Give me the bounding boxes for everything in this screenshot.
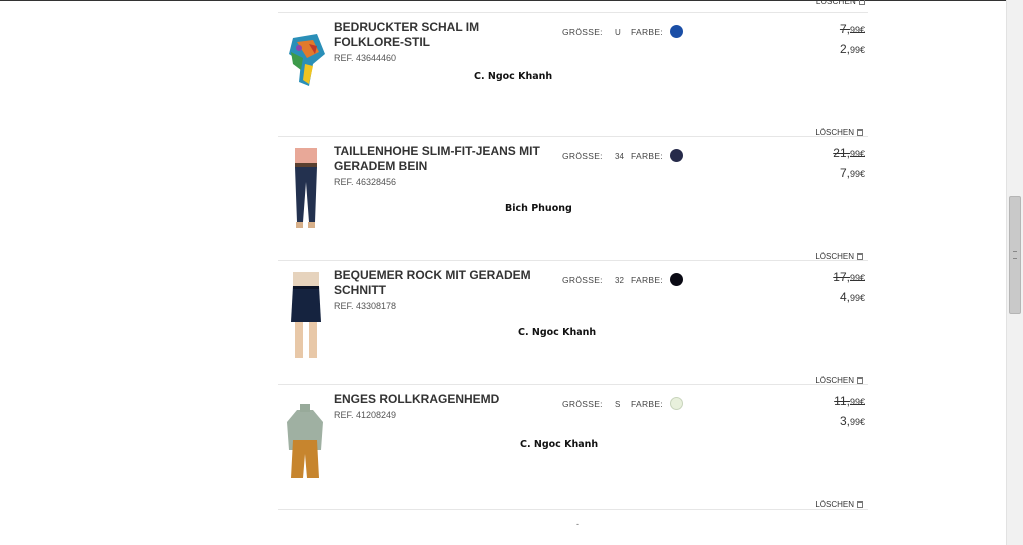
shopping-cart-list: LÖSCHEN BEDRUCKTER SCHAL IM FOLKLORE-STI… <box>278 0 870 545</box>
item-divider <box>278 136 868 137</box>
handwritten-note: C. Ngoc Khanh <box>518 327 597 338</box>
old-price: 21,99€ <box>833 146 865 160</box>
sale-price: 3,99€ <box>839 414 865 428</box>
item-divider <box>278 260 868 261</box>
cart-item: TAILLENHOHE SLIM-FIT-JEANS MIT GERADEM B… <box>278 136 870 261</box>
delete-link-previous[interactable]: LÖSCHEN <box>816 0 865 6</box>
sale-price: 7,99€ <box>839 166 865 180</box>
color-label: FARBE: <box>631 151 664 161</box>
footer-mark: - <box>576 519 579 529</box>
cart-item: BEDRUCKTER SCHAL IM FOLKLORE-STIL REF. 4… <box>278 12 870 137</box>
color-label: FARBE: <box>631 399 664 409</box>
handwritten-note: C. Ngoc Khanh <box>474 71 553 82</box>
product-name[interactable]: BEDRUCKTER SCHAL IM FOLKLORE-STIL REF. 4… <box>334 20 549 66</box>
product-image-turtleneck[interactable] <box>279 396 331 482</box>
sale-price: 4,99€ <box>839 290 865 304</box>
trash-icon <box>857 129 863 136</box>
trash-icon <box>857 377 863 384</box>
scrollbar-thumb[interactable] <box>1009 196 1021 314</box>
product-image-scarf[interactable] <box>279 24 331 110</box>
item-divider <box>278 12 868 13</box>
color-swatch <box>670 149 683 162</box>
size-label: GRÖSSE: <box>562 27 603 37</box>
size-value: 32 <box>615 276 624 285</box>
size-label: GRÖSSE: <box>562 399 603 409</box>
color-swatch <box>670 273 683 286</box>
vertical-scrollbar[interactable] <box>1006 0 1023 545</box>
old-price: 11,99€ <box>834 394 865 408</box>
size-label: GRÖSSE: <box>562 275 603 285</box>
trash-icon <box>859 0 865 5</box>
handwritten-note: C. Ngoc Khanh <box>520 439 599 450</box>
product-name[interactable]: ENGES ROLLKRAGENHEMD REF. 41208249 <box>334 392 549 423</box>
grip-icon <box>1013 251 1017 259</box>
trash-icon <box>857 501 863 508</box>
item-divider <box>278 384 868 385</box>
old-price: 17,99€ <box>833 270 865 284</box>
cart-item: BEQUEMER ROCK MIT GERADEM SCHNITT REF. 4… <box>278 260 870 385</box>
delete-link[interactable]: LÖSCHEN <box>815 500 863 509</box>
old-price: 7,99€ <box>839 22 865 36</box>
product-image-jeans[interactable] <box>279 148 331 234</box>
list-end-divider <box>278 509 868 510</box>
size-value: U <box>615 28 621 37</box>
product-ref: REF. 41208249 <box>334 410 397 420</box>
size-value: 34 <box>615 152 624 161</box>
product-name[interactable]: TAILLENHOHE SLIM-FIT-JEANS MIT GERADEM B… <box>334 144 549 190</box>
size-label: GRÖSSE: <box>562 151 603 161</box>
product-ref: REF. 43644460 <box>334 53 397 63</box>
product-ref: REF. 43308178 <box>334 301 397 311</box>
product-name[interactable]: BEQUEMER ROCK MIT GERADEM SCHNITT REF. 4… <box>334 268 549 314</box>
size-value: S <box>615 400 621 409</box>
color-swatch <box>670 25 683 38</box>
trash-icon <box>857 253 863 260</box>
product-image-skirt[interactable] <box>279 272 331 358</box>
color-label: FARBE: <box>631 275 664 285</box>
color-label: FARBE: <box>631 27 664 37</box>
cart-item: ENGES ROLLKRAGENHEMD REF. 41208249 GRÖSS… <box>278 384 870 509</box>
product-ref: REF. 46328456 <box>334 177 397 187</box>
sale-price: 2,99€ <box>839 42 865 56</box>
handwritten-note: Bich Phuong <box>505 203 572 214</box>
color-swatch <box>670 397 683 410</box>
